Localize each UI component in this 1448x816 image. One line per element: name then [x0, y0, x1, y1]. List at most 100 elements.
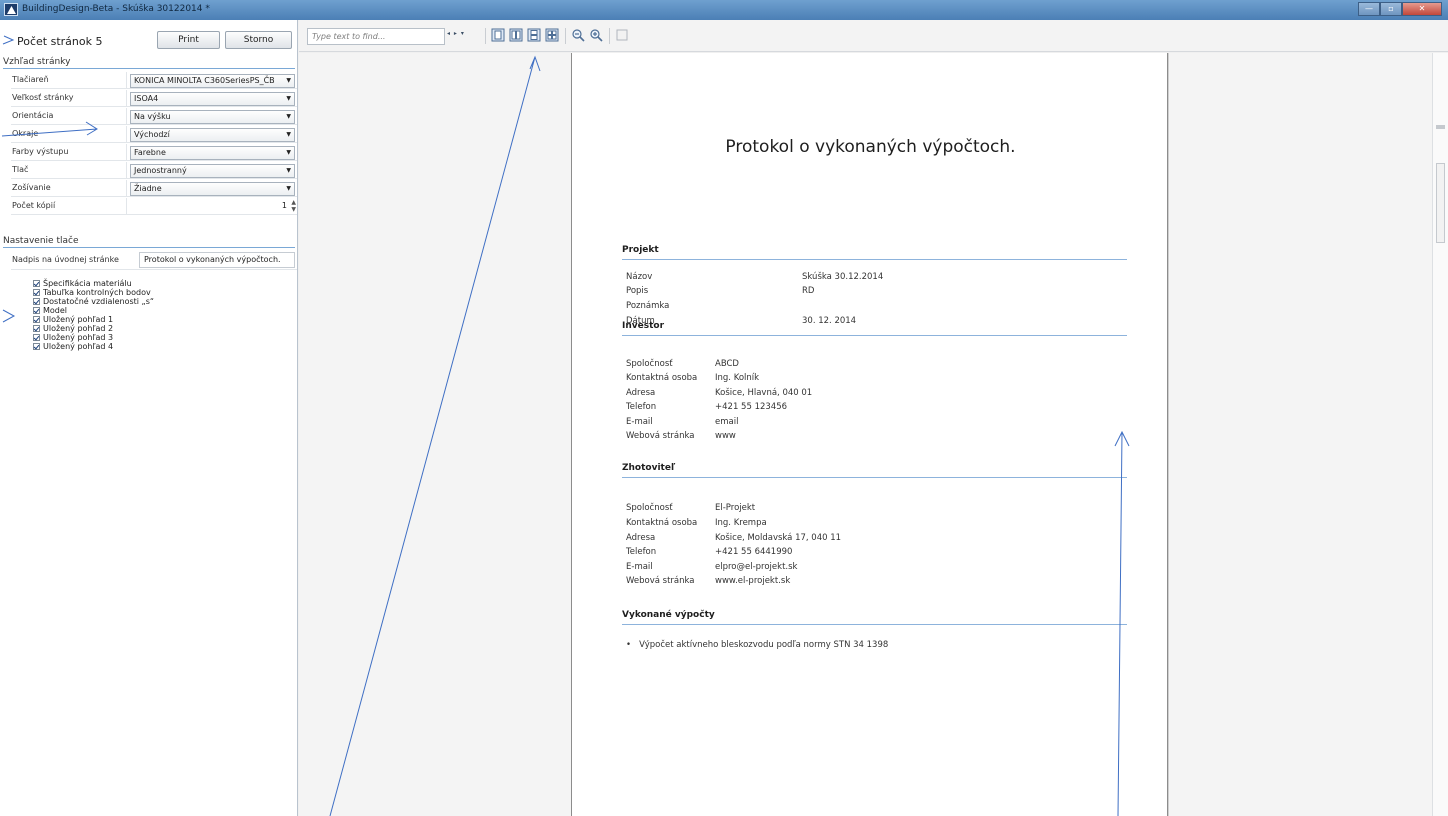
chevron-down-icon: ▼	[286, 95, 291, 102]
orientation-label: Orientácia	[12, 111, 54, 120]
cover-title-input[interactable]: Protokol o vykonaných výpočtoch.	[139, 252, 295, 268]
stapling-select[interactable]: Žiadne ▼	[130, 182, 295, 196]
stapling-label: Zošívanie	[12, 183, 51, 192]
chevron-down-icon: ▼	[286, 131, 291, 138]
investor-value: Košice, Hlavná, 040 01	[715, 388, 813, 398]
investor-value: Ing. Kolník	[715, 373, 760, 383]
chevron-down-icon: ▼	[286, 149, 291, 156]
investor-key: E-mail	[626, 417, 653, 427]
contractor-key: Adresa	[626, 533, 656, 543]
checkbox-icon[interactable]	[33, 325, 40, 332]
project-value: RD	[802, 286, 815, 296]
project-value: Skúška 30.12.2014	[802, 272, 884, 282]
checkbox-model[interactable]: Model	[33, 306, 154, 315]
project-key: Popis	[626, 286, 649, 296]
stapling-row: Zošívanie Žiadne ▼	[11, 180, 297, 197]
print-settings-panel: Počet stránok 5 Print Storno Vzhľad strá…	[0, 20, 298, 816]
contractor-value: Košice, Moldavská 17, 040 11	[715, 533, 842, 543]
investor-value: ABCD	[715, 359, 739, 369]
investor-key: Spoločnosť	[626, 359, 673, 369]
find-input[interactable]: Type text to find...	[307, 28, 445, 45]
section-calculations-heading: Vykonané výpočty	[622, 610, 1127, 625]
print-header: Počet stránok 5 Print Storno	[0, 20, 298, 56]
section-print-settings: Nastavenie tlače	[3, 236, 295, 248]
print-button[interactable]: Print	[157, 31, 220, 49]
app-icon	[4, 3, 18, 16]
export-icon[interactable]	[615, 28, 629, 42]
duplex-select[interactable]: Jednostranný ▼	[130, 164, 295, 178]
investor-key: Adresa	[626, 388, 656, 398]
minimize-button[interactable]: —	[1358, 2, 1380, 16]
scroll-thumb[interactable]	[1436, 163, 1445, 243]
contractor-value: www.el-projekt.sk	[715, 576, 791, 586]
checkbox-material-spec[interactable]: Špecifikácia materiálu	[33, 279, 154, 288]
project-key: Poznámka	[626, 301, 670, 311]
contractor-value: El-Projekt	[715, 503, 756, 513]
copies-label: Počet kópií	[12, 201, 56, 210]
checkbox-icon[interactable]	[33, 298, 40, 305]
checkbox-saved-view-2[interactable]: Uložený pohľad 2	[33, 324, 154, 333]
contractor-key: Spoločnosť	[626, 503, 673, 513]
checkbox-distances[interactable]: Dostatočné vzdialenosti „s“	[33, 297, 154, 306]
chevron-down-icon: ▼	[286, 77, 291, 84]
checkbox-icon[interactable]	[33, 316, 40, 323]
multi-page-icon[interactable]	[545, 28, 559, 42]
preview-page: Protokol o vykonaných výpočtoch. Projekt…	[571, 53, 1168, 816]
output-colors-select[interactable]: Farebne ▼	[130, 146, 295, 160]
page-size-select[interactable]: ISOA4 ▼	[130, 92, 295, 106]
copies-stepper[interactable]: 1	[282, 201, 287, 210]
cover-title-label: Nadpis na úvodnej stránke	[12, 255, 119, 264]
print-content-checklist: Špecifikácia materiálu Tabuľka kontrolný…	[33, 279, 154, 351]
stepper-arrows-icon[interactable]: ▲ ▼	[291, 199, 296, 213]
section-contractor-heading: Zhotoviteľ	[622, 463, 1127, 478]
scroll-arrow[interactable]	[1436, 125, 1445, 129]
checkbox-icon[interactable]	[33, 343, 40, 350]
printer-row: Tlačiareň KONICA MINOLTA C360SeriesPS_ČB…	[11, 72, 297, 89]
vertical-scrollbar[interactable]	[1432, 53, 1448, 816]
investor-key: Webová stránka	[626, 431, 695, 441]
checkbox-icon[interactable]	[33, 334, 40, 341]
cancel-button[interactable]: Storno	[225, 31, 292, 49]
investor-key: Telefon	[626, 402, 657, 412]
checkbox-icon[interactable]	[33, 280, 40, 287]
window-title: BuildingDesign-Beta - Skúška 30122014 *	[22, 4, 210, 14]
close-button[interactable]: ✕	[1402, 2, 1442, 16]
checkbox-icon[interactable]	[33, 307, 40, 314]
single-page-icon[interactable]	[491, 28, 505, 42]
checkbox-icon[interactable]	[33, 289, 40, 296]
contractor-key: E-mail	[626, 562, 653, 572]
checkbox-control-points[interactable]: Tabuľka kontrolných bodov	[33, 288, 154, 297]
duplex-row: Tlač Jednostranný ▼	[11, 162, 297, 179]
contractor-key: Telefon	[626, 547, 657, 557]
investor-key: Kontaktná osoba	[626, 373, 698, 383]
find-nav-buttons[interactable]: ◂ ▸ ▾	[447, 30, 465, 37]
printer-select[interactable]: KONICA MINOLTA C360SeriesPS_ČB ▼	[130, 74, 295, 88]
contractor-value: Ing. Krempa	[715, 518, 767, 528]
contractor-value: +421 55 6441990	[715, 547, 793, 557]
title-bar: BuildingDesign-Beta - Skúška 30122014 * …	[0, 0, 1448, 20]
margins-select[interactable]: Východzí ▼	[130, 128, 295, 142]
investor-value: +421 55 123456	[715, 402, 788, 412]
document-title: Protokol o vykonaných výpočtoch.	[725, 137, 1016, 157]
margins-row: Okraje Východzí ▼	[11, 126, 297, 143]
facing-pages-icon[interactable]	[509, 28, 523, 42]
copies-row: Počet kópií 1 ▲ ▼	[11, 198, 297, 215]
preview-toolbar: Type text to find... ◂ ▸ ▾	[299, 20, 1448, 52]
checkbox-saved-view-1[interactable]: Uložený pohľad 1	[33, 315, 154, 324]
contractor-key: Kontaktná osoba	[626, 518, 698, 528]
continuous-pages-icon[interactable]	[527, 28, 541, 42]
duplex-label: Tlač	[12, 165, 29, 174]
chevron-down-icon: ▼	[286, 185, 291, 192]
zoom-out-icon[interactable]	[571, 28, 585, 42]
checkbox-saved-view-4[interactable]: Uložený pohľad 4	[33, 342, 154, 351]
page-size-label: Veľkosť stránky	[12, 93, 74, 102]
cover-title-row: Nadpis na úvodnej stránke Protokol o vyk…	[11, 251, 297, 270]
output-colors-row: Farby výstupu Farebne ▼	[11, 144, 297, 161]
chevron-down-icon: ▼	[286, 167, 291, 174]
contractor-value: elpro@el-projekt.sk	[715, 562, 798, 572]
orientation-select[interactable]: Na výšku ▼	[130, 110, 295, 124]
checkbox-saved-view-3[interactable]: Uložený pohľad 3	[33, 333, 154, 342]
maximize-button[interactable]: ▫	[1380, 2, 1402, 16]
margins-label: Okraje	[12, 129, 39, 138]
zoom-in-icon[interactable]	[589, 28, 603, 42]
